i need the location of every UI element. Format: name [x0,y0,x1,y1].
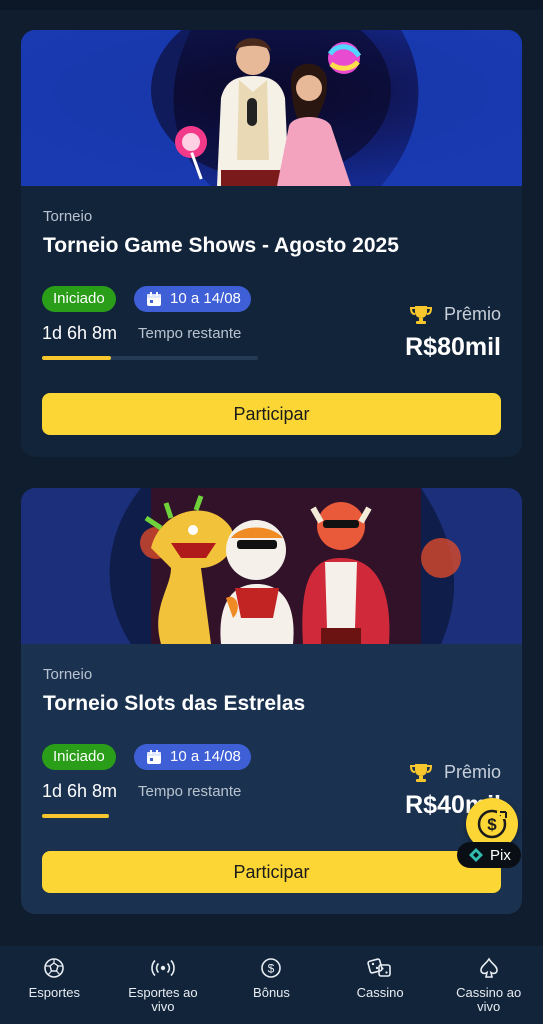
dollar-coin-icon: $ [261,958,282,978]
countdown-timer: 1d 6h 8m [42,323,118,343]
prize-value: R$80mil [405,333,501,361]
tournament-label: Torneio [43,666,93,683]
trophy-icon [409,763,432,782]
nav-label: Esportes [28,985,80,1000]
nav-item-esportes[interactable]: Esportes [0,946,109,1024]
status-badge: Iniciado [42,744,116,770]
pix-label: Pix [490,846,511,864]
progress-bar [42,356,258,360]
dollar-refresh-icon: $ [477,809,507,839]
prize-label: Prêmio [443,304,501,324]
nav-label: Bônus [253,985,290,1000]
tournament-title: Torneio Game Shows - Agosto 2025 [43,234,399,257]
calendar-icon [147,750,161,764]
tournament-label: Torneio [43,208,93,225]
tournament-card-slots[interactable]: Torneio Torneio Slots das Estrelas Inici… [21,488,522,914]
dice-icon [367,958,391,977]
top-bar [0,0,543,10]
date-range: 10 a 14/08 [170,748,241,765]
countdown-label: Tempo restante [138,325,242,342]
calendar-icon [147,292,161,306]
countdown-timer: 1d 6h 8m [42,781,118,801]
tournament-banner-image [21,30,522,186]
date-badge: 10 a 14/08 [134,744,251,770]
live-broadcast-icon [151,959,175,977]
date-range: 10 a 14/08 [170,290,241,307]
progress-bar [42,814,258,818]
nav-label: Cassino [356,985,404,1000]
nav-label: Cassino ao vivo [456,985,522,1014]
svg-text:$: $ [487,815,497,834]
nav-item-cassino[interactable]: Cassino [326,946,435,1024]
participate-button[interactable]: Participar [42,393,501,435]
status-badge: Iniciado [42,286,116,312]
bottom-navigation: Esportes Esportes ao vivo $ Bônus Cassin… [0,946,543,1024]
nav-label: Esportes ao vivo [128,985,198,1014]
svg-text:$: $ [268,962,275,976]
tournament-card-game-shows[interactable]: Torneio Torneio Game Shows - Agosto 2025… [21,30,522,457]
tournament-title: Torneio Slots das Estrelas [43,692,306,715]
nav-item-esportes-ao-vivo[interactable]: Esportes ao vivo [109,946,218,1024]
participate-button[interactable]: Participar [42,851,501,893]
prize-label: Prêmio [443,762,501,782]
progress-fill [42,814,109,818]
pix-icon [469,848,483,862]
countdown-label: Tempo restante [138,783,242,800]
date-badge: 10 a 14/08 [134,286,251,312]
pix-badge[interactable]: Pix [457,842,521,868]
progress-fill [42,356,112,360]
nav-item-cassino-ao-vivo[interactable]: Cassino ao vivo [434,946,543,1024]
prize-block: Prêmio R$80mil [405,304,501,362]
nav-item-bonus[interactable]: $ Bônus [217,946,326,1024]
tournament-banner-image [21,488,522,644]
trophy-icon [409,305,432,324]
spade-icon [479,957,498,978]
soccer-ball-icon [44,958,65,978]
